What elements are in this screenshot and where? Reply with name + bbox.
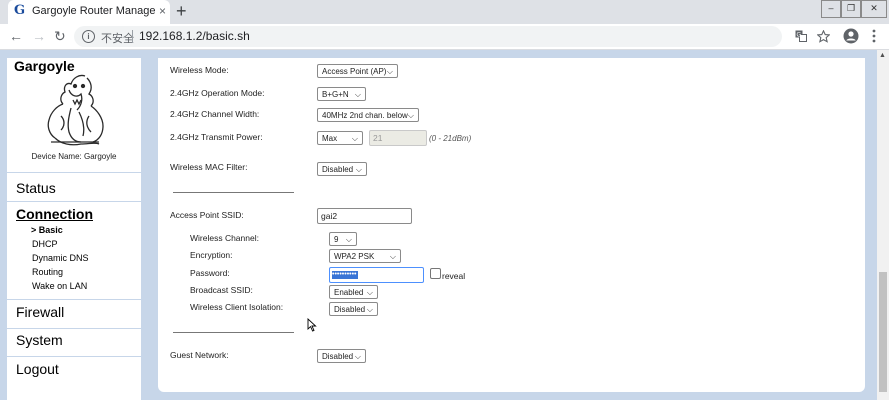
menu-divider — [7, 356, 141, 357]
menu-divider — [7, 201, 141, 202]
password-label: Password: — [190, 268, 230, 278]
tab-close-icon[interactable]: × — [159, 4, 166, 18]
menu-logout[interactable]: Logout — [16, 361, 59, 377]
encryption-value: WPA2 PSK — [334, 252, 375, 261]
tab-strip: G Gargoyle Router Management × + – ❐ ✕ — [0, 0, 889, 24]
chevron-down-icon: ⌵ — [366, 305, 373, 314]
device-name: Device Name: Gargoyle — [31, 152, 117, 161]
svg-text:G: G — [797, 33, 802, 39]
guest-network-label: Guest Network: — [170, 350, 229, 360]
not-secure-label: 不安全 — [101, 33, 134, 45]
submenu-basic[interactable]: > Basic — [31, 225, 63, 235]
broadcast-ssid-label: Broadcast SSID: — [190, 285, 253, 295]
gargoyle-logo-icon — [47, 74, 104, 146]
encryption-select[interactable]: WPA2 PSK ⌵ — [329, 249, 401, 263]
submenu-routing[interactable]: Routing — [32, 267, 63, 277]
browser-tab[interactable]: G Gargoyle Router Management × — [8, 0, 170, 24]
menu-system[interactable]: System — [16, 332, 63, 348]
encryption-label: Encryption: — [190, 250, 233, 260]
chevron-down-icon: ⌵ — [407, 111, 414, 120]
section-divider — [173, 192, 294, 193]
tab-title: Gargoyle Router Management — [32, 5, 156, 17]
minimize-button[interactable]: – — [821, 0, 841, 18]
mac-filter-label: Wireless MAC Filter: — [170, 162, 248, 172]
chevron-down-icon: ⌵ — [389, 252, 396, 261]
chevron-down-icon: ⌵ — [366, 288, 373, 297]
address-bar[interactable]: i 不安全 192.168.1.2/basic.sh — [74, 26, 782, 47]
broadcast-ssid-select[interactable]: Enabled ⌵ — [329, 285, 378, 299]
scroll-up-arrow-icon[interactable]: ▲ — [879, 52, 886, 59]
url-text[interactable]: 192.168.1.2/basic.sh — [139, 29, 250, 43]
wireless-channel-label: Wireless Channel: — [190, 233, 259, 243]
reveal-checkbox[interactable] — [430, 268, 441, 279]
client-isolation-value: Disabled — [334, 305, 366, 314]
channel-width-label: 2.4GHz Channel Width: — [170, 109, 260, 119]
ssid-label: Access Point SSID: — [170, 210, 244, 220]
wireless-mode-select[interactable]: Access Point (AP) ⌵ — [317, 64, 398, 78]
mouse-pointer-icon — [307, 318, 317, 332]
settings-panel: Wireless Mode: Access Point (AP) ⌵ 2.4GH… — [158, 58, 865, 392]
menu-divider — [7, 328, 141, 329]
channel-width-value: 40MHz 2nd chan. below — [322, 111, 408, 120]
account-icon[interactable] — [843, 28, 859, 44]
maximize-button[interactable]: ❐ — [841, 0, 861, 18]
chevron-down-icon: ⌵ — [354, 352, 361, 361]
operation-mode-select[interactable]: B+G+N ⌵ — [317, 87, 366, 101]
back-arrow-icon[interactable]: ← — [9, 28, 23, 44]
chevron-down-icon: ⌵ — [354, 90, 361, 99]
ssid-input[interactable]: gai2 — [317, 208, 412, 224]
info-icon[interactable]: i — [82, 30, 95, 43]
mac-filter-select[interactable]: Disabled ⌵ — [317, 162, 367, 176]
chevron-down-icon: ⌵ — [355, 165, 362, 174]
transmit-power-select[interactable]: Max ⌵ — [317, 131, 363, 145]
gargoyle-favicon-icon: G — [14, 3, 26, 18]
guest-network-select[interactable]: Disabled ⌵ — [317, 349, 366, 363]
mac-filter-value: Disabled — [322, 165, 354, 174]
guest-network-value: Disabled — [322, 352, 354, 361]
password-selected-text: •••••••••• — [332, 271, 358, 279]
menu-status[interactable]: Status — [16, 180, 56, 196]
submenu-wake-on-lan[interactable]: Wake on LAN — [32, 281, 87, 291]
wireless-channel-select[interactable]: 9 ⌵ — [329, 232, 357, 246]
client-isolation-label: Wireless Client Isolation: — [190, 302, 284, 312]
client-isolation-select[interactable]: Disabled ⌵ — [329, 302, 378, 316]
more-icon[interactable] — [872, 29, 876, 43]
chevron-down-icon: ⌵ — [386, 67, 393, 76]
close-window-button[interactable]: ✕ — [861, 0, 887, 18]
section-divider — [173, 332, 294, 333]
chevron-down-icon: ⌵ — [345, 235, 352, 244]
transmit-power-input: 21 — [369, 130, 427, 146]
translate-icon[interactable]: G — [795, 30, 807, 42]
star-icon[interactable] — [817, 30, 830, 43]
transmit-power-hint: (0 - 21dBm) — [429, 134, 472, 143]
transmit-power-label: 2.4GHz Transmit Power: — [170, 132, 263, 142]
new-tab-button[interactable]: + — [176, 2, 187, 20]
reveal-label: reveal — [442, 271, 466, 281]
page-scrollbar[interactable]: ▲ — [877, 50, 889, 400]
chevron-down-icon: ⌵ — [351, 134, 358, 143]
menu-connection[interactable]: Connection — [16, 206, 93, 222]
menu-firewall[interactable]: Firewall — [16, 304, 64, 320]
forward-arrow-icon[interactable]: → — [32, 28, 46, 44]
reload-icon[interactable]: ↻ — [54, 28, 66, 44]
menu-divider — [7, 172, 141, 173]
omnibox-divider — [132, 30, 133, 43]
operation-mode-value: B+G+N — [322, 90, 349, 99]
transmit-power-value: Max — [322, 134, 338, 143]
broadcast-ssid-value: Enabled — [334, 288, 364, 297]
wireless-mode-value: Access Point (AP) — [322, 67, 387, 76]
wireless-mode-label: Wireless Mode: — [170, 65, 229, 75]
submenu-dynamic-dns[interactable]: Dynamic DNS — [32, 253, 89, 263]
submenu-dhcp[interactable]: DHCP — [32, 239, 58, 249]
password-input[interactable]: •••••••••• — [329, 267, 424, 283]
page-viewport: Gargoyle Device Name: Gargoyle Status Co… — [0, 50, 877, 400]
operation-mode-label: 2.4GHz Operation Mode: — [170, 88, 265, 98]
wireless-channel-value: 9 — [334, 235, 339, 244]
browser-toolbar: ← → ↻ i 不安全 192.168.1.2/basic.sh G — [0, 24, 889, 50]
scroll-thumb[interactable] — [879, 272, 887, 392]
sidebar: Gargoyle Device Name: Gargoyle Status Co… — [7, 58, 141, 400]
menu-divider — [7, 299, 141, 300]
channel-width-select[interactable]: 40MHz 2nd chan. below ⌵ — [317, 108, 419, 122]
